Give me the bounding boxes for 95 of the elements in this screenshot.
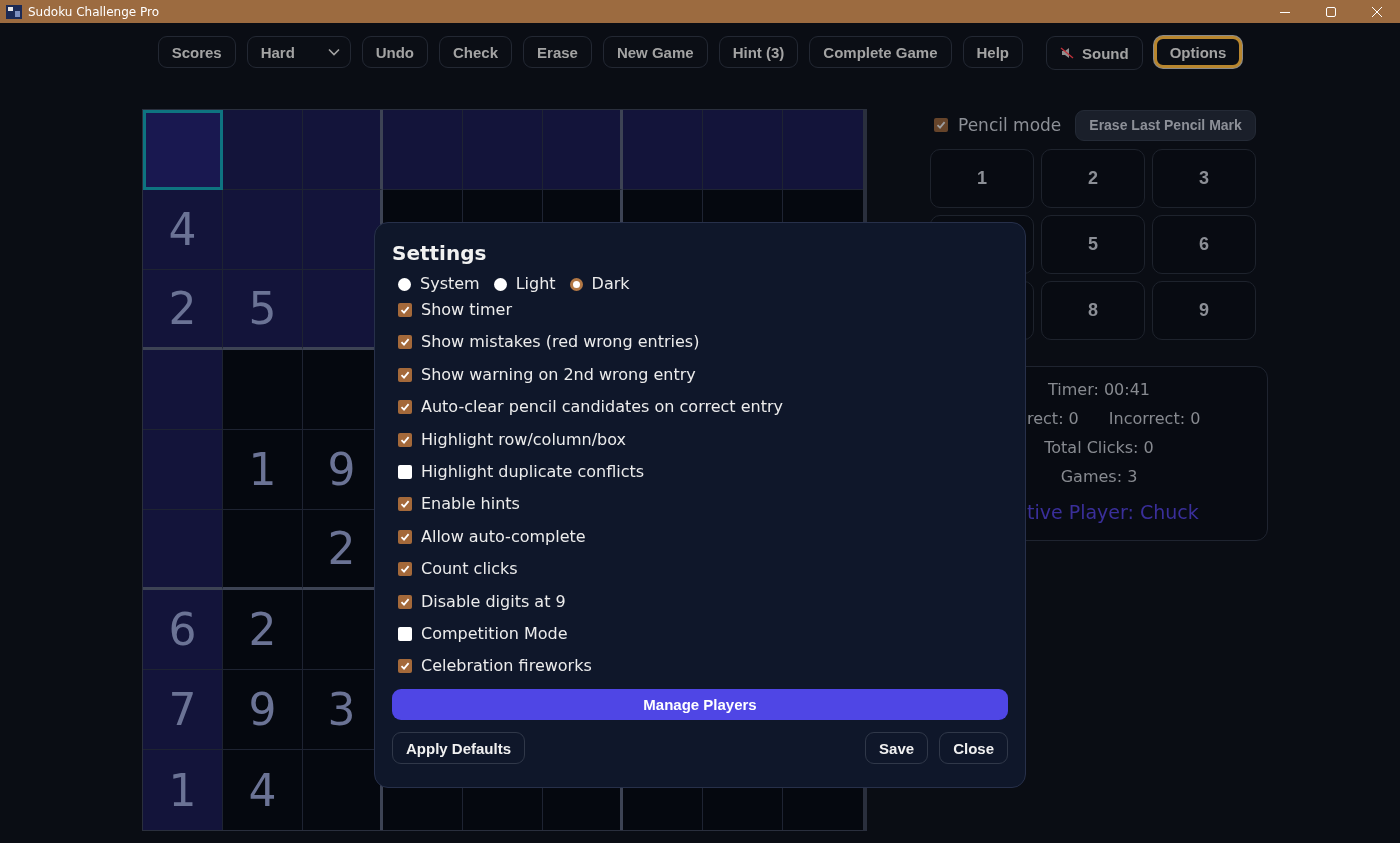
option-label: Auto-clear pencil candidates on correct entry <box>421 397 783 418</box>
toolbar-button[interactable]: Hint (3) <box>718 36 799 68</box>
board-cell[interactable] <box>303 110 383 190</box>
number-button[interactable]: 2 <box>1041 149 1145 208</box>
option-label: Show mistakes (red wrong entries) <box>421 332 700 353</box>
board-cell[interactable]: 2 <box>143 270 223 350</box>
theme-label: Dark <box>591 274 630 294</box>
theme-radio[interactable] <box>569 277 583 291</box>
option-checkbox[interactable] <box>398 335 412 350</box>
board-cell[interactable] <box>223 510 303 590</box>
option-label: Allow auto-complete <box>421 526 586 547</box>
board-cell[interactable] <box>303 190 383 270</box>
board-cell[interactable] <box>623 110 703 190</box>
manage-players-button[interactable]: Manage Players <box>392 689 1008 721</box>
app-icon <box>6 4 22 19</box>
option-checkbox[interactable] <box>398 400 412 415</box>
board-cell[interactable]: 2 <box>223 590 303 670</box>
option-checkbox[interactable] <box>398 432 412 447</box>
board-cell[interactable] <box>703 110 783 190</box>
option-checkbox[interactable] <box>398 464 412 479</box>
theme-label: System <box>420 274 480 294</box>
difficulty-select[interactable]: Hard <box>246 36 351 68</box>
correct-count: rect: 0 <box>1027 408 1079 430</box>
board-cell[interactable]: 1 <box>223 430 303 510</box>
option-label: Celebration fireworks <box>421 656 592 677</box>
board-cell[interactable]: 9 <box>223 670 303 750</box>
number-button[interactable]: 5 <box>1041 215 1145 274</box>
board-cell[interactable] <box>223 190 303 270</box>
sound-button[interactable]: Sound <box>1046 36 1143 70</box>
option-checkbox[interactable] <box>398 594 412 609</box>
board-cell[interactable]: 6 <box>143 590 223 670</box>
close-dialog-button[interactable]: Close <box>939 732 1008 765</box>
toolbar-button[interactable]: Erase <box>523 36 592 68</box>
board-cell[interactable] <box>463 110 543 190</box>
option-label: Highlight row/column/box <box>421 429 627 450</box>
board-cell[interactable] <box>223 350 303 430</box>
apply-defaults-button[interactable]: Apply Defaults <box>392 732 525 765</box>
window-title: Sudoku Challenge Pro <box>28 4 160 19</box>
option-checkbox[interactable] <box>398 367 412 382</box>
erase-pencil-button[interactable]: Erase Last Pencil Mark <box>1075 109 1256 141</box>
option-label: Competition Mode <box>421 623 568 644</box>
board-cell[interactable] <box>383 110 463 190</box>
toolbar-button[interactable]: Check <box>439 36 513 68</box>
option-checkbox[interactable] <box>398 303 412 317</box>
pencil-mode-label: Pencil mode <box>958 115 1062 135</box>
option-checkbox[interactable] <box>398 529 412 544</box>
number-button[interactable]: 1 <box>930 149 1034 208</box>
option-checkbox[interactable] <box>398 497 412 512</box>
number-button[interactable]: 8 <box>1041 281 1145 340</box>
board-cell[interactable] <box>303 750 383 830</box>
board-cell[interactable] <box>143 510 223 590</box>
option-label: Highlight duplicate conflicts <box>421 461 645 482</box>
theme-radio[interactable] <box>398 277 411 291</box>
dialog-title: Settings <box>392 241 488 265</box>
active-player: tive Player: Chuck <box>1026 501 1199 523</box>
board-cell[interactable]: 7 <box>143 670 223 750</box>
close-icon <box>1372 6 1382 17</box>
option-label: Enable hints <box>421 494 520 515</box>
board-cell[interactable] <box>143 110 223 190</box>
board-cell[interactable] <box>143 430 223 510</box>
option-label: Count clicks <box>421 559 518 580</box>
toolbar-button[interactable]: Scores <box>157 36 236 68</box>
option-label: Show warning on 2nd wrong entry <box>421 364 696 385</box>
toolbar-button[interactable]: Help <box>962 36 1023 68</box>
toolbar-button[interactable]: Options <box>1153 36 1243 68</box>
option-label: Disable digits at 9 <box>421 591 566 612</box>
theme-label: Light <box>515 274 556 294</box>
clicks-count: Total Clicks: 0 <box>1044 437 1154 459</box>
option-checkbox[interactable] <box>398 626 412 641</box>
pencil-mode-checkbox[interactable] <box>934 118 948 132</box>
board-cell[interactable]: 4 <box>223 750 303 830</box>
maximize-icon <box>1326 6 1336 17</box>
option-checkbox[interactable] <box>398 659 412 674</box>
number-button[interactable]: 6 <box>1152 215 1256 274</box>
timer-text: Timer: 00:41 <box>1047 379 1150 401</box>
theme-radio[interactable] <box>493 277 507 291</box>
incorrect-count: Incorrect: 0 <box>1108 408 1201 430</box>
toolbar-button[interactable]: New Game <box>602 36 708 68</box>
toolbar-button[interactable]: Complete Game <box>809 36 952 68</box>
muted-speaker-icon <box>1060 46 1074 60</box>
board-cell[interactable]: 5 <box>223 270 303 350</box>
number-button[interactable]: 3 <box>1152 149 1256 208</box>
option-label: Show timer <box>421 300 512 320</box>
option-checkbox[interactable] <box>398 562 412 577</box>
board-cell[interactable] <box>783 110 863 190</box>
board-cell[interactable]: 1 <box>143 750 223 830</box>
board-cell[interactable] <box>143 350 223 430</box>
toolbar-button[interactable]: Undo <box>361 36 428 68</box>
chevron-icon <box>327 48 340 56</box>
board-cell[interactable] <box>543 110 623 190</box>
board-cell[interactable] <box>223 110 303 190</box>
save-button[interactable]: Save <box>865 732 929 765</box>
games-count: Games: 3 <box>1060 466 1138 488</box>
number-button[interactable]: 9 <box>1152 281 1256 340</box>
board-cell[interactable]: 4 <box>143 190 223 270</box>
